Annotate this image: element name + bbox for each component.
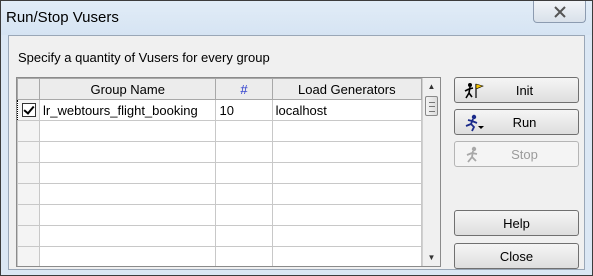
empty-cell[interactable] bbox=[39, 246, 217, 266]
empty-cell[interactable] bbox=[215, 141, 273, 163]
count-column-header[interactable]: # bbox=[215, 78, 273, 100]
instruction-text: Specify a quantity of Vusers for every g… bbox=[18, 50, 270, 65]
empty-cell[interactable] bbox=[271, 246, 423, 266]
table-row[interactable]: lr_webtours_flight_booking 10 localhost bbox=[17, 99, 423, 121]
close-button[interactable]: Close bbox=[454, 243, 579, 269]
empty-cell[interactable] bbox=[215, 162, 273, 184]
table-header-row: Group Name # Load Generators bbox=[17, 78, 423, 100]
help-button-label: Help bbox=[503, 215, 530, 231]
empty-cell[interactable] bbox=[39, 162, 217, 184]
empty-cell[interactable] bbox=[39, 141, 217, 163]
flag-runner-icon bbox=[464, 83, 484, 99]
empty-table-row[interactable] bbox=[17, 183, 423, 205]
empty-cell[interactable] bbox=[39, 183, 217, 205]
load-generators-column-header[interactable]: Load Generators bbox=[271, 78, 423, 100]
help-button[interactable]: Help bbox=[454, 210, 579, 236]
empty-cell[interactable] bbox=[17, 204, 41, 226]
empty-cell[interactable] bbox=[271, 225, 423, 247]
close-button-label: Close bbox=[499, 248, 534, 264]
empty-cell[interactable] bbox=[215, 246, 273, 266]
run-stop-vusers-dialog: Run/Stop Vusers Specify a quantity of Vu… bbox=[0, 0, 593, 276]
empty-cell[interactable] bbox=[17, 162, 41, 184]
vuser-count-cell[interactable]: 10 bbox=[215, 99, 273, 121]
run-button[interactable]: Run bbox=[454, 109, 579, 135]
window-close-button[interactable] bbox=[533, 1, 586, 23]
group-name-cell[interactable]: lr_webtours_flight_booking bbox=[39, 99, 217, 121]
empty-cell[interactable] bbox=[39, 204, 217, 226]
empty-table-row[interactable] bbox=[17, 204, 423, 226]
empty-table-row[interactable] bbox=[17, 246, 423, 266]
dialog-body: Specify a quantity of Vusers for every g… bbox=[8, 35, 585, 270]
empty-cell[interactable] bbox=[215, 183, 273, 205]
empty-cell[interactable] bbox=[39, 120, 217, 142]
load-generator-cell[interactable]: localhost bbox=[271, 99, 423, 121]
grid-vertical-scrollbar[interactable]: ▲ ▼ bbox=[422, 78, 440, 266]
title-bar[interactable]: Run/Stop Vusers bbox=[1, 1, 592, 35]
empty-table-row[interactable] bbox=[17, 120, 423, 142]
groups-table: Group Name # Load Generators lr_webtours… bbox=[17, 78, 423, 266]
empty-cell[interactable] bbox=[17, 141, 41, 163]
empty-cell[interactable] bbox=[17, 246, 41, 266]
empty-cell[interactable] bbox=[39, 225, 217, 247]
init-button[interactable]: Init bbox=[454, 77, 579, 103]
empty-cell[interactable] bbox=[215, 204, 273, 226]
scroll-down-arrow-icon[interactable]: ▼ bbox=[423, 249, 440, 266]
checkbox-column-header[interactable] bbox=[17, 78, 41, 100]
empty-cell[interactable] bbox=[215, 225, 273, 247]
empty-cell[interactable] bbox=[271, 183, 423, 205]
window-title: Run/Stop Vusers bbox=[6, 9, 119, 26]
scroll-up-arrow-icon[interactable]: ▲ bbox=[423, 78, 440, 95]
empty-cell[interactable] bbox=[17, 225, 41, 247]
empty-cell[interactable] bbox=[215, 120, 273, 142]
empty-table-row[interactable] bbox=[17, 162, 423, 184]
row-enable-checkbox[interactable] bbox=[21, 103, 36, 117]
stop-button[interactable]: Stop bbox=[454, 141, 579, 167]
group-name-column-header[interactable]: Group Name bbox=[39, 78, 217, 100]
empty-cell[interactable] bbox=[271, 162, 423, 184]
empty-table-row[interactable] bbox=[17, 225, 423, 247]
close-icon bbox=[553, 5, 566, 18]
empty-cell[interactable] bbox=[271, 141, 423, 163]
empty-table-row[interactable] bbox=[17, 141, 423, 163]
scroll-thumb[interactable] bbox=[425, 96, 438, 116]
empty-cell[interactable] bbox=[17, 183, 41, 205]
empty-cell[interactable] bbox=[17, 120, 41, 142]
empty-cell[interactable] bbox=[271, 120, 423, 142]
running-man-icon bbox=[465, 114, 484, 132]
stop-runner-icon bbox=[466, 146, 478, 163]
row-enable-checkbox-cell[interactable] bbox=[17, 99, 41, 121]
vuser-groups-grid[interactable]: Group Name # Load Generators lr_webtours… bbox=[16, 77, 441, 267]
empty-cell[interactable] bbox=[271, 204, 423, 226]
